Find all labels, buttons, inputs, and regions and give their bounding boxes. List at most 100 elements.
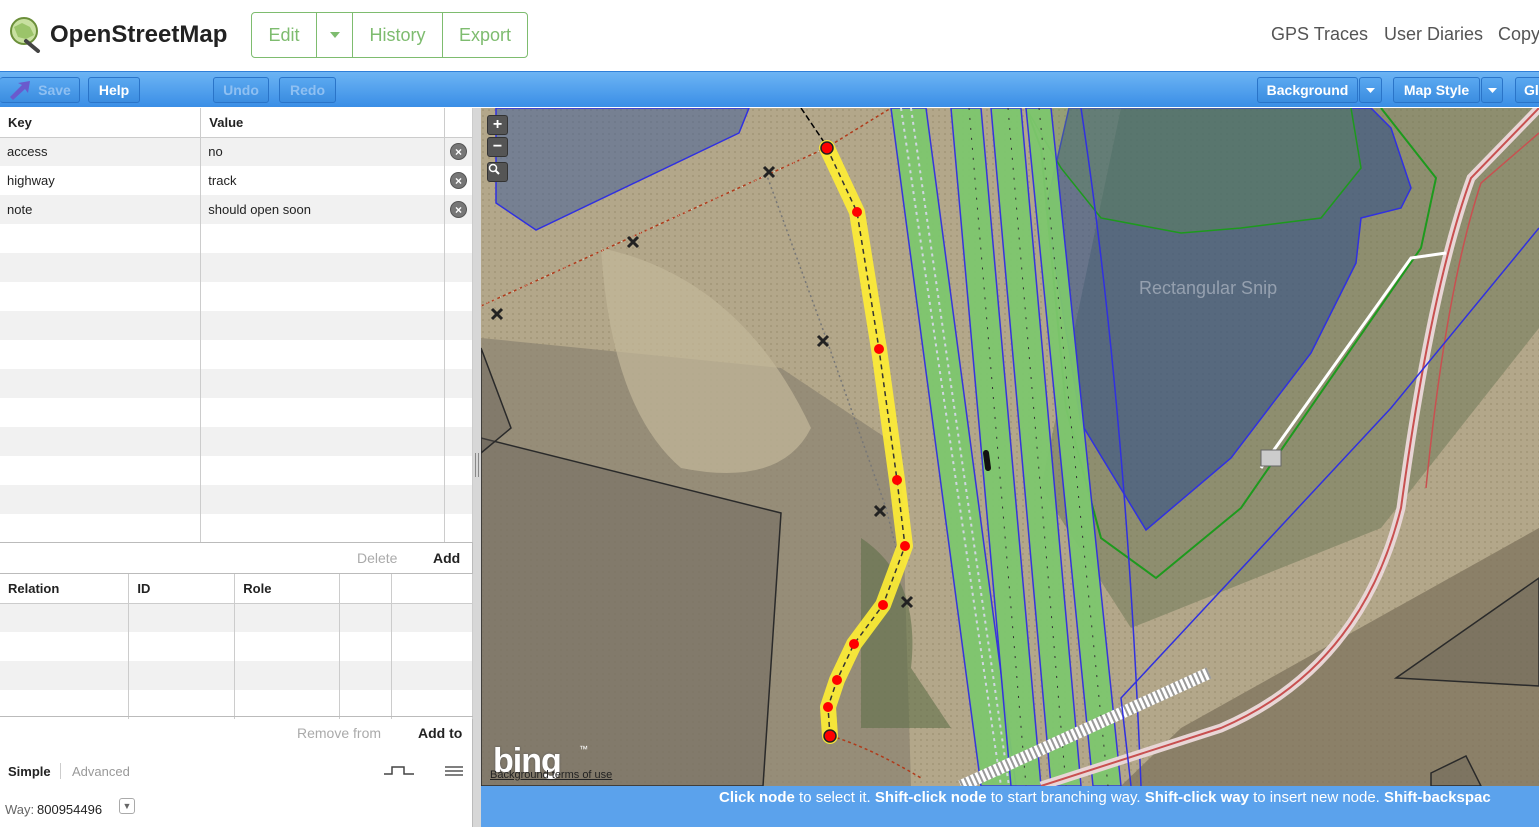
tag-value-cell[interactable] [200,311,445,340]
relation-cell[interactable] [0,661,130,690]
gps-data-button[interactable]: Gl [1515,77,1539,103]
tag-row[interactable] [0,456,474,485]
tag-key-cell[interactable] [0,282,202,311]
background-dropdown-button[interactable] [1359,77,1382,103]
tag-key-cell[interactable] [0,224,202,253]
advanced-mode-tab[interactable]: Advanced [72,764,130,779]
delete-tag-icon[interactable]: × [449,172,467,189]
value-column-header[interactable]: Value [200,108,445,138]
role-column-header[interactable]: Role [234,574,341,604]
export-button[interactable]: Export [442,12,528,58]
help-button[interactable]: Help [88,77,140,103]
tag-delete-cell[interactable]: × [444,195,474,224]
tag-key-cell[interactable]: note [0,195,202,224]
gate-icon[interactable] [1260,449,1282,467]
background-terms-link[interactable]: Background terms of use [490,769,612,781]
tag-value-cell[interactable] [200,224,445,253]
tag-row[interactable]: access no × [0,137,474,166]
history-button[interactable]: History [352,12,443,58]
relation-row[interactable] [0,661,473,690]
relation-cell[interactable] [339,603,393,632]
simple-mode-tab[interactable]: Simple [8,764,51,779]
relation-cell[interactable] [339,632,393,661]
relation-cell[interactable] [128,632,236,661]
tag-delete-cell[interactable] [444,311,474,340]
site-title[interactable]: OpenStreetMap [50,21,227,49]
tag-key-cell[interactable] [0,311,202,340]
tag-row[interactable] [0,282,474,311]
relation-cell[interactable] [234,632,341,661]
tag-value-cell[interactable] [200,253,445,282]
relation-cell[interactable] [339,690,393,719]
relation-cell[interactable] [234,661,341,690]
osm-logo-icon[interactable] [6,15,44,53]
relation-row[interactable] [0,632,473,661]
tag-value-cell[interactable] [200,398,445,427]
tag-row[interactable] [0,485,474,514]
relation-cell[interactable] [339,661,393,690]
rail-node-icon[interactable] [983,450,991,471]
relation-cell[interactable] [0,632,130,661]
tag-delete-cell[interactable] [444,427,474,456]
tag-delete-cell[interactable] [444,398,474,427]
tag-delete-cell[interactable] [444,369,474,398]
remove-from-relation-button[interactable]: Remove from [297,725,381,741]
relation-cell[interactable] [0,690,130,719]
way-menu-dropdown[interactable]: ▼ [119,798,135,814]
tag-row[interactable]: highway track × [0,166,474,195]
id-column-header[interactable]: ID [128,574,236,604]
tag-key-cell[interactable]: access [0,137,202,166]
linear-way-icon[interactable] [382,762,416,780]
relation-cell[interactable] [128,603,236,632]
redo-button[interactable]: Redo [279,77,336,103]
tag-delete-cell[interactable]: × [444,166,474,195]
relation-cell[interactable] [128,661,236,690]
delete-tag-icon[interactable]: × [449,201,467,218]
tag-row[interactable] [0,514,474,543]
tag-value-cell[interactable]: track [200,166,445,195]
relation-cell[interactable] [234,690,341,719]
zoom-in-button[interactable]: + [487,115,508,135]
tag-delete-cell[interactable] [444,485,474,514]
edit-dropdown-button[interactable] [316,12,353,58]
tag-value-cell[interactable] [200,485,445,514]
tag-row[interactable] [0,427,474,456]
tag-delete-cell[interactable] [444,456,474,485]
undo-button[interactable]: Undo [213,77,269,103]
tag-key-cell[interactable] [0,485,202,514]
map-svg[interactable] [481,108,1539,786]
copyright-link[interactable]: Copy [1498,24,1539,45]
relation-cell[interactable] [391,690,473,719]
tag-key-cell[interactable] [0,398,202,427]
panel-resize-handle[interactable] [473,108,481,827]
tag-value-cell[interactable] [200,514,445,543]
tag-row[interactable] [0,369,474,398]
tag-delete-cell[interactable] [444,514,474,543]
tag-key-cell[interactable] [0,369,202,398]
tag-value-cell[interactable]: should open soon [200,195,445,224]
tag-value-cell[interactable]: no [200,137,445,166]
tag-key-cell[interactable]: highway [0,166,202,195]
tag-key-cell[interactable] [0,253,202,282]
tag-row[interactable] [0,340,474,369]
tag-key-cell[interactable] [0,456,202,485]
tag-value-cell[interactable] [200,340,445,369]
tag-delete-cell[interactable]: × [444,137,474,166]
tag-row[interactable] [0,224,474,253]
relation-cell[interactable] [0,603,130,632]
relation-cell[interactable] [128,690,236,719]
tag-key-cell[interactable] [0,340,202,369]
menu-icon[interactable] [444,762,464,780]
relation-cell[interactable] [234,603,341,632]
map-style-dropdown-button[interactable] [1481,77,1503,103]
delete-tag-icon[interactable]: × [449,143,467,161]
tag-key-cell[interactable] [0,514,202,543]
map-style-button[interactable]: Map Style [1393,77,1480,103]
find-location-button[interactable] [487,162,508,182]
tag-delete-cell[interactable] [444,224,474,253]
tag-delete-cell[interactable] [444,253,474,282]
relation-cell[interactable] [391,632,473,661]
user-diaries-link[interactable]: User Diaries [1384,24,1483,45]
relation-cell[interactable] [391,603,473,632]
tag-row[interactable] [0,253,474,282]
